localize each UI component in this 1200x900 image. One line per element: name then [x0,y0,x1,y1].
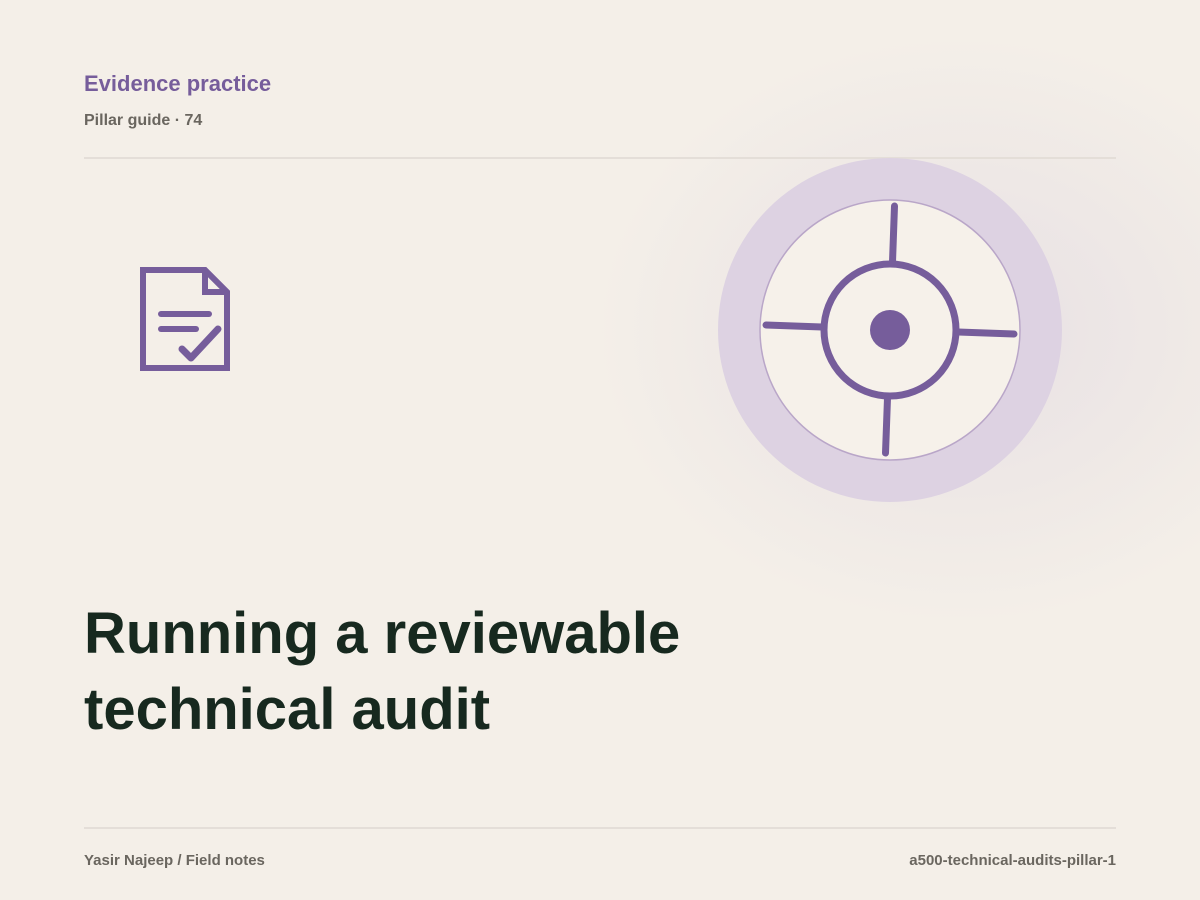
page-slug: a500-technical-audits-pillar-1 [909,852,1116,869]
page-title: Running a reviewable technical audit [84,601,681,742]
section-kicker: Evidence practice [84,71,272,96]
guide-meta: Pillar guide · 74 [84,112,203,129]
document-check-icon [140,267,230,371]
target-crosshair-icon [718,158,1062,502]
bottom-divider [84,827,1116,829]
author-byline: Yasir Najeep / Field notes [84,852,265,869]
